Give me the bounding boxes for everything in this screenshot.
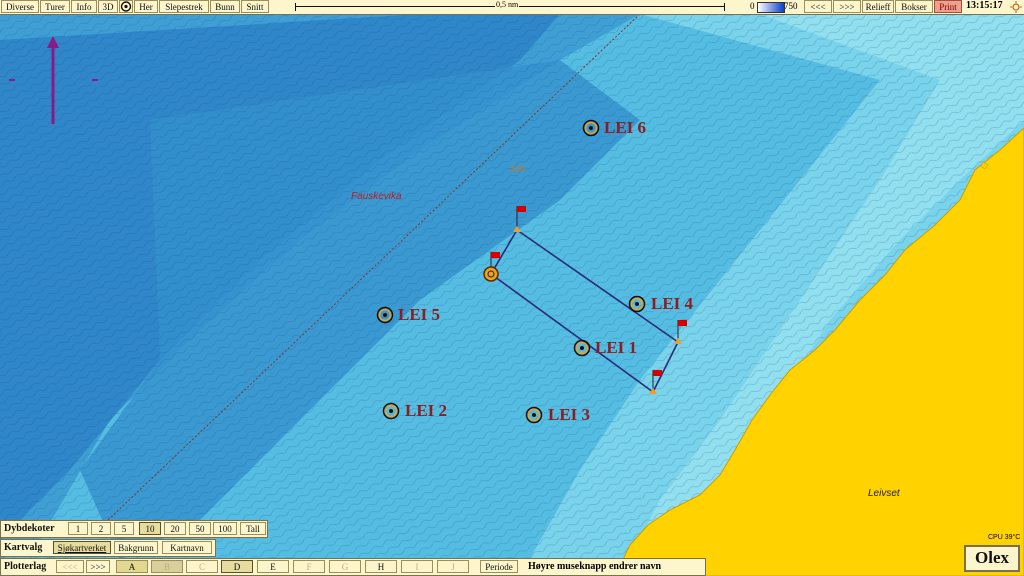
print-button[interactable]: Print bbox=[934, 0, 962, 13]
place-fauskevika-label: Fauskevika bbox=[351, 191, 402, 202]
vessel-icon bbox=[483, 266, 499, 282]
menu-3d-button[interactable]: 3D bbox=[98, 0, 118, 13]
depth-max-label: 750 bbox=[784, 1, 798, 11]
depth-contour-50-button[interactable]: 50 bbox=[189, 522, 211, 535]
scale-label: 0,5 nm bbox=[495, 0, 520, 9]
menu-slepestrek-button[interactable]: Slepestrek bbox=[159, 0, 209, 13]
depth-contour-2-button[interactable]: 2 bbox=[91, 522, 111, 535]
depth-color-legend[interactable] bbox=[757, 2, 785, 13]
kartvalg-bakgrunn-button[interactable]: Bakgrunn bbox=[114, 541, 158, 554]
kartvalg-kartnavn-button[interactable]: Kartnavn bbox=[162, 541, 212, 554]
waypoint-label: LEI 2 bbox=[405, 401, 448, 420]
menu-info-button[interactable]: Info bbox=[71, 0, 97, 13]
menu-her-button[interactable]: Her bbox=[134, 0, 158, 13]
depth-contour-5-button[interactable]: 5 bbox=[114, 522, 134, 535]
hint-text: Høyre museknapp endrer navn bbox=[528, 561, 662, 572]
depth-contour-tall-button[interactable]: Tall bbox=[240, 522, 266, 535]
depth-min-label: 0 bbox=[750, 1, 755, 11]
contour-depth-label: 240 bbox=[510, 164, 526, 174]
waypoint-label: LEI 5 bbox=[398, 305, 441, 324]
depth-contour-1-button[interactable]: 1 bbox=[68, 522, 88, 535]
waypoint-label: LEI 1 bbox=[595, 338, 638, 357]
waypoint-icon bbox=[628, 295, 646, 313]
plotter-layer-h[interactable]: H bbox=[365, 560, 397, 573]
kartvalg-label: Kartvalg bbox=[4, 542, 43, 553]
dybdekoter-label: Dybdekoter bbox=[4, 523, 55, 534]
plotter-layer-f[interactable]: F bbox=[293, 560, 325, 573]
plotter-layer-b[interactable]: B bbox=[151, 560, 183, 573]
nav-forward-button[interactable]: >>> bbox=[833, 0, 861, 13]
waypoint-label: LEI 6 bbox=[604, 118, 647, 137]
depth-contour-100-button[interactable]: 100 bbox=[213, 522, 237, 535]
plotter-back-button[interactable]: <<< bbox=[56, 560, 84, 573]
target-icon[interactable] bbox=[119, 0, 133, 13]
nav-back-button[interactable]: <<< bbox=[804, 0, 832, 13]
kartvalg-sjokartverket-button[interactable]: Sjøkartverket bbox=[53, 541, 111, 554]
olex-logo: Olex bbox=[964, 545, 1020, 572]
plotter-layer-g[interactable]: G bbox=[329, 560, 361, 573]
waypoint-label: LEI 4 bbox=[651, 294, 694, 313]
plotter-layer-a[interactable]: A bbox=[116, 560, 148, 573]
waypoint-icon bbox=[573, 339, 591, 357]
plotter-layer-e[interactable]: E bbox=[257, 560, 289, 573]
scale-bar: 0,5 nm bbox=[295, 0, 725, 11]
waypoint-icon bbox=[582, 119, 600, 137]
plotter-layer-j[interactable]: J bbox=[437, 560, 469, 573]
waypoint-label: LEI 3 bbox=[548, 405, 591, 424]
menu-bunn-button[interactable]: Bunn bbox=[210, 0, 240, 13]
plotter-layer-c[interactable]: C bbox=[186, 560, 218, 573]
cpu-temperature: CPU 39°C bbox=[988, 534, 1021, 541]
waypoint-icon bbox=[525, 406, 543, 424]
menu-turer-button[interactable]: Turer bbox=[40, 0, 70, 13]
periode-button[interactable]: Periode bbox=[480, 560, 518, 573]
clock: 13:15:17 bbox=[966, 0, 1003, 11]
menu-diverse-button[interactable]: Diverse bbox=[1, 0, 39, 13]
waypoint-icon bbox=[382, 402, 400, 420]
plotter-forward-button[interactable]: >>> bbox=[86, 560, 110, 573]
depth-contour-10-button[interactable]: 10 bbox=[139, 522, 161, 535]
plotterlag-label: Plotterlag bbox=[4, 561, 47, 572]
relief-button[interactable]: Relieff bbox=[862, 0, 894, 13]
plotter-layer-i[interactable]: I bbox=[401, 560, 433, 573]
sun-icon[interactable] bbox=[1010, 1, 1022, 13]
bokser-button[interactable]: Bokser bbox=[895, 0, 933, 13]
depth-contour-20-button[interactable]: 20 bbox=[164, 522, 186, 535]
place-leivset-label: Leivset bbox=[868, 488, 900, 499]
waypoint-icon bbox=[376, 306, 394, 324]
menu-snitt-button[interactable]: Snitt bbox=[241, 0, 269, 13]
plotter-layer-d[interactable]: D bbox=[221, 560, 253, 573]
